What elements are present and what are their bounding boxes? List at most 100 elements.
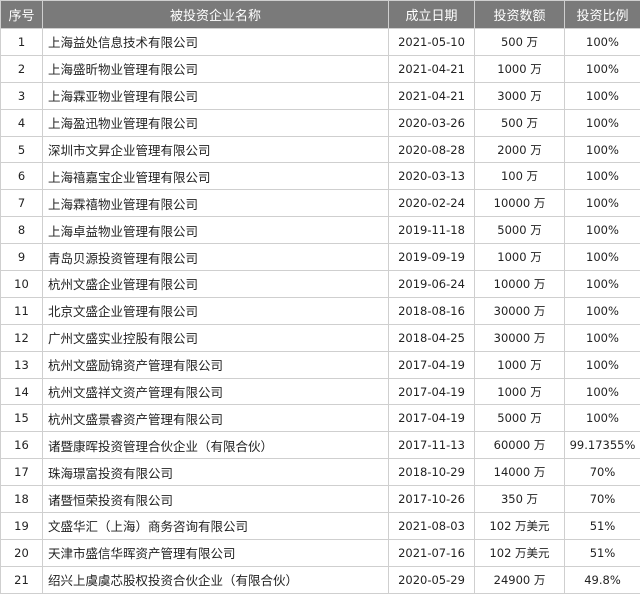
founding-date: 2021-08-03	[389, 513, 475, 540]
founding-date: 2017-11-13	[389, 432, 475, 459]
table-row: 13杭州文盛励锦资产管理有限公司2017-04-191000 万100%	[1, 351, 640, 378]
row-index: 5	[1, 136, 43, 163]
investment-ratio: 100%	[565, 351, 640, 378]
founding-date: 2018-04-25	[389, 324, 475, 351]
table-row: 5深圳市文昇企业管理有限公司2020-08-282000 万100%	[1, 136, 640, 163]
investment-ratio: 70%	[565, 459, 640, 486]
founding-date: 2021-07-16	[389, 539, 475, 566]
founding-date: 2019-09-19	[389, 244, 475, 271]
company-name: 上海盛昕物业管理有限公司	[43, 55, 389, 82]
row-index: 15	[1, 405, 43, 432]
table-row: 21绍兴上虞虞芯股权投资合伙企业（有限合伙）2020-05-2924900 万4…	[1, 566, 640, 593]
table-row: 10杭州文盛企业管理有限公司2019-06-2410000 万100%	[1, 271, 640, 298]
founding-date: 2020-03-13	[389, 163, 475, 190]
investment-amount: 5000 万	[475, 405, 565, 432]
founding-date: 2019-06-24	[389, 271, 475, 298]
table-row: 6上海禧嘉宝企业管理有限公司2020-03-13100 万100%	[1, 163, 640, 190]
header-index: 序号	[1, 1, 43, 29]
founding-date: 2020-03-26	[389, 109, 475, 136]
investment-amount: 500 万	[475, 109, 565, 136]
founding-date: 2017-10-26	[389, 486, 475, 513]
table-row: 16诸暨康晖投资管理合伙企业（有限合伙）2017-11-1360000 万99.…	[1, 432, 640, 459]
table-row: 20天津市盛信华晖资产管理有限公司2021-07-16102 万美元51%	[1, 539, 640, 566]
company-name: 杭州文盛企业管理有限公司	[43, 271, 389, 298]
investment-ratio: 100%	[565, 82, 640, 109]
table-header: 序号 被投资企业名称 成立日期 投资数额 投资比例	[1, 1, 640, 29]
company-name: 珠海璟富投资有限公司	[43, 459, 389, 486]
company-name: 文盛华汇（上海）商务咨询有限公司	[43, 513, 389, 540]
row-index: 6	[1, 163, 43, 190]
table-row: 3上海霖亚物业管理有限公司2021-04-213000 万100%	[1, 82, 640, 109]
investment-amount: 100 万	[475, 163, 565, 190]
company-name: 北京文盛企业管理有限公司	[43, 297, 389, 324]
company-name: 上海霖亚物业管理有限公司	[43, 82, 389, 109]
table-row: 12广州文盛实业控股有限公司2018-04-2530000 万100%	[1, 324, 640, 351]
row-index: 17	[1, 459, 43, 486]
company-name: 杭州文盛祥文资产管理有限公司	[43, 378, 389, 405]
row-index: 8	[1, 217, 43, 244]
investment-amount: 1000 万	[475, 244, 565, 271]
row-index: 10	[1, 271, 43, 298]
investment-amount: 3000 万	[475, 82, 565, 109]
investment-amount: 1000 万	[475, 351, 565, 378]
header-row: 序号 被投资企业名称 成立日期 投资数额 投资比例	[1, 1, 640, 29]
company-name: 广州文盛实业控股有限公司	[43, 324, 389, 351]
header-investment-amount: 投资数额	[475, 1, 565, 29]
table-row: 11北京文盛企业管理有限公司2018-08-1630000 万100%	[1, 297, 640, 324]
company-name: 天津市盛信华晖资产管理有限公司	[43, 539, 389, 566]
investment-ratio: 70%	[565, 486, 640, 513]
investment-table: 序号 被投资企业名称 成立日期 投资数额 投资比例 1上海益处信息技术有限公司2…	[0, 0, 640, 594]
row-index: 16	[1, 432, 43, 459]
investment-amount: 14000 万	[475, 459, 565, 486]
founding-date: 2018-08-16	[389, 297, 475, 324]
row-index: 11	[1, 297, 43, 324]
company-name: 诸暨康晖投资管理合伙企业（有限合伙）	[43, 432, 389, 459]
investment-amount: 350 万	[475, 486, 565, 513]
company-name: 杭州文盛景睿资产管理有限公司	[43, 405, 389, 432]
investment-ratio: 100%	[565, 405, 640, 432]
founding-date: 2021-04-21	[389, 82, 475, 109]
investment-ratio: 100%	[565, 29, 640, 56]
investment-ratio: 100%	[565, 297, 640, 324]
table-body: 1上海益处信息技术有限公司2021-05-10500 万100%2上海盛昕物业管…	[1, 29, 640, 594]
investment-ratio: 51%	[565, 513, 640, 540]
company-name: 上海盈迅物业管理有限公司	[43, 109, 389, 136]
header-investment-ratio: 投资比例	[565, 1, 640, 29]
founding-date: 2018-10-29	[389, 459, 475, 486]
table-row: 15杭州文盛景睿资产管理有限公司2017-04-195000 万100%	[1, 405, 640, 432]
investment-amount: 30000 万	[475, 324, 565, 351]
investment-ratio: 100%	[565, 217, 640, 244]
investment-amount: 500 万	[475, 29, 565, 56]
investment-amount: 1000 万	[475, 55, 565, 82]
founding-date: 2021-04-21	[389, 55, 475, 82]
row-index: 19	[1, 513, 43, 540]
company-name: 上海禧嘉宝企业管理有限公司	[43, 163, 389, 190]
row-index: 14	[1, 378, 43, 405]
investment-ratio: 100%	[565, 163, 640, 190]
table-row: 1上海益处信息技术有限公司2021-05-10500 万100%	[1, 29, 640, 56]
investment-amount: 24900 万	[475, 566, 565, 593]
founding-date: 2017-04-19	[389, 405, 475, 432]
investment-ratio: 100%	[565, 378, 640, 405]
investment-ratio: 100%	[565, 271, 640, 298]
investment-ratio: 99.17355%	[565, 432, 640, 459]
table-row: 7上海霖禧物业管理有限公司2020-02-2410000 万100%	[1, 190, 640, 217]
investment-amount: 10000 万	[475, 190, 565, 217]
investment-amount: 102 万美元	[475, 513, 565, 540]
company-name: 杭州文盛励锦资产管理有限公司	[43, 351, 389, 378]
investment-ratio: 100%	[565, 109, 640, 136]
table-row: 19文盛华汇（上海）商务咨询有限公司2021-08-03102 万美元51%	[1, 513, 640, 540]
row-index: 9	[1, 244, 43, 271]
founding-date: 2020-08-28	[389, 136, 475, 163]
row-index: 4	[1, 109, 43, 136]
row-index: 7	[1, 190, 43, 217]
table-row: 2上海盛昕物业管理有限公司2021-04-211000 万100%	[1, 55, 640, 82]
investment-ratio: 100%	[565, 136, 640, 163]
company-name: 青岛贝源投资管理有限公司	[43, 244, 389, 271]
investment-ratio: 51%	[565, 539, 640, 566]
investment-amount: 10000 万	[475, 271, 565, 298]
row-index: 13	[1, 351, 43, 378]
founding-date: 2021-05-10	[389, 29, 475, 56]
table-row: 8上海卓益物业管理有限公司2019-11-185000 万100%	[1, 217, 640, 244]
table-row: 9青岛贝源投资管理有限公司2019-09-191000 万100%	[1, 244, 640, 271]
